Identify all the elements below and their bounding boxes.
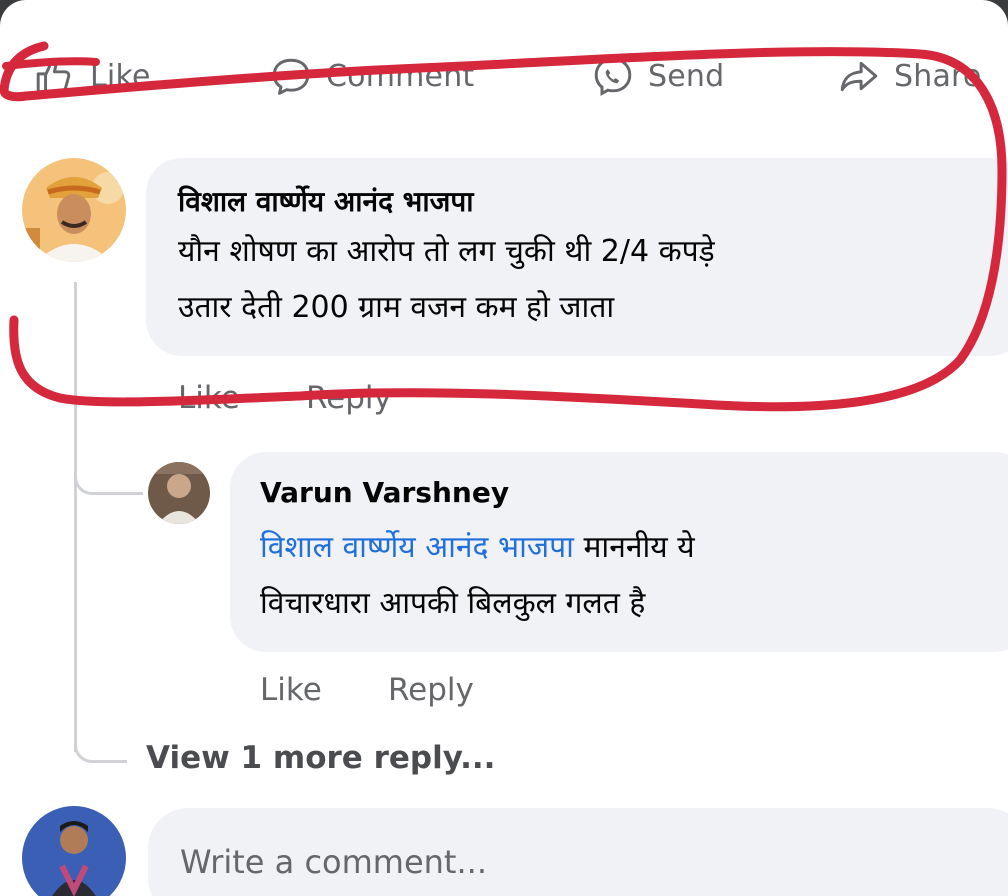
write-comment-input[interactable]: Write a comment... [148,808,1008,896]
comment-author-name[interactable]: विशाल वार्ष्णेय आनंद भाजपा [178,182,474,220]
commenter-avatar[interactable] [22,158,126,262]
avatar-photo [22,158,126,262]
share-action-label: Share [894,58,982,94]
reply-reply-link[interactable]: Reply [388,672,474,708]
comment-bubble: विशाल वार्ष्णेय आनंद भाजपा यौन शोषण का आ… [146,158,1008,356]
comment-text-line-2: उतार देती 200 ग्राम वजन कम हो जाता [178,290,615,325]
comment-action-label: Comment [326,58,475,94]
reply-author-avatar[interactable] [148,462,210,524]
share-action-button[interactable]: Share [838,40,982,112]
thread-elbow-reply [74,440,143,495]
comment-text-line-1: यौन शोषण का आरोप तो लग चुकी थी 2/4 कपड़े [178,234,715,269]
avatar-photo [148,462,210,524]
reply-text-line-1: विशाल वार्ष्णेय आनंद भाजपा माननीय ये [260,520,1008,576]
like-action-button[interactable]: Like [34,40,151,112]
like-action-label: Like [90,58,151,94]
comment-text: यौन शोषण का आरोप तो लग चुकी थी 2/4 कपड़े… [178,224,1008,336]
comment-action-button[interactable]: Comment [270,40,474,112]
reply-author-name[interactable]: Varun Varshney [260,476,509,509]
send-action-button[interactable]: Send [592,40,724,112]
reply-like-link[interactable]: Like [260,672,322,708]
messenger-icon [594,57,632,96]
comment-like-link[interactable]: Like [178,380,240,416]
reply-text-after-mention: माननीय ये [573,530,695,565]
mention-link[interactable]: विशाल वार्ष्णेय आनंद भाजपा [260,530,574,565]
view-more-replies-link[interactable]: View 1 more reply... [146,740,495,776]
send-action-label: Send [648,58,725,94]
avatar-photo [22,806,126,896]
reply-bubble: Varun Varshney विशाल वार्ष्णेय आनंद भाजप… [230,452,1008,652]
current-user-avatar[interactable] [22,806,126,896]
thread-elbow-viewmore [74,712,127,763]
reply-text-line-2: विचारधारा आपकी बिलकुल गलत है [260,586,646,621]
share-arrow-icon [840,61,878,92]
reply-text: विशाल वार्ष्णेय आनंद भाजपा माननीय ये विच… [260,520,1008,632]
post-card: Like Comment Send Share विशाल वार्ष्णेय … [0,0,1008,896]
comment-reply-link[interactable]: Reply [306,380,392,416]
post-action-bar: Like Comment Send Share [0,40,1008,112]
thumbs-up-icon [36,59,71,94]
speech-bubble-icon [272,58,310,95]
thread-line [74,282,77,752]
